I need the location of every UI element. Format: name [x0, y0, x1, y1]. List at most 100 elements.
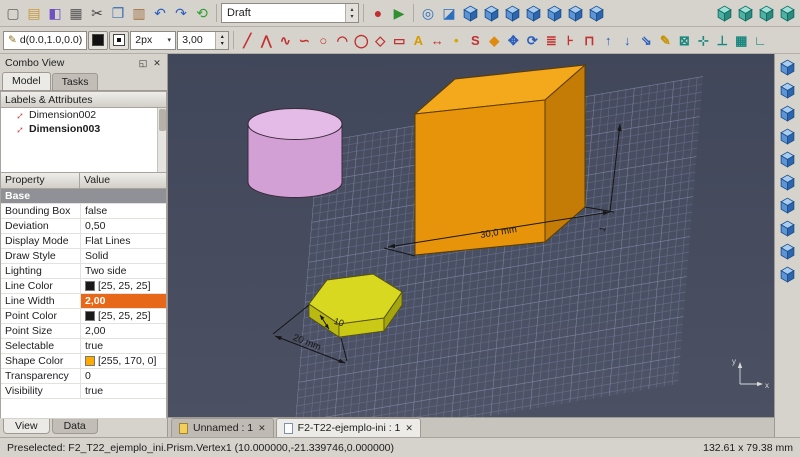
- property-row-display-mode[interactable]: Display Mode Flat Lines: [1, 234, 166, 249]
- view-home-button[interactable]: [714, 3, 734, 24]
- font-size-spinbox[interactable]: 3,00 ▴ ▾: [177, 31, 229, 50]
- property-row-selectable[interactable]: Selectable true: [1, 339, 166, 354]
- cut-icon[interactable]: ✂: [87, 3, 107, 24]
- view-left-button[interactable]: [586, 3, 606, 24]
- undo-icon[interactable]: ↶: [150, 3, 170, 24]
- close-icon[interactable]: ✕: [405, 423, 413, 434]
- property-row-shape-color[interactable]: Shape Color [255, 170, 0]: [1, 354, 166, 369]
- property-row-point-color[interactable]: Point Color [25, 25, 25]: [1, 309, 166, 324]
- rt-view-dimetric-button[interactable]: [778, 264, 798, 285]
- tab-model[interactable]: Model: [2, 72, 51, 90]
- paste-icon[interactable]: ▥: [129, 3, 149, 24]
- snap-lock-icon[interactable]: ⊠: [675, 30, 693, 51]
- scrollbar-thumb[interactable]: [159, 109, 166, 131]
- move-icon[interactable]: ✥: [504, 30, 522, 51]
- trimex-icon[interactable]: ⊦: [561, 30, 579, 51]
- snap-perpendicular-icon[interactable]: ⊥: [713, 30, 731, 51]
- view-top-button[interactable]: [502, 3, 522, 24]
- rt-view-fit-button[interactable]: [778, 57, 798, 78]
- rt-view-top-button[interactable]: [778, 126, 798, 147]
- tree-item-dimension002[interactable]: ↔ Dimension002: [1, 108, 166, 122]
- ellipse-icon[interactable]: ◯: [352, 30, 370, 51]
- doc-tab-unnamed[interactable]: Unnamed : 1 ✕: [171, 418, 274, 437]
- snap-midpoint-icon[interactable]: ⊹: [694, 30, 712, 51]
- working-plane-field[interactable]: ✎ d(0.0,1.0,0.0): [3, 31, 87, 50]
- copy-icon[interactable]: ❐: [108, 3, 128, 24]
- open-file-icon[interactable]: ▤: [24, 3, 44, 24]
- dimension-icon[interactable]: ↔: [428, 30, 446, 51]
- property-row-transparency[interactable]: Transparency 0: [1, 369, 166, 384]
- rt-view-right-button[interactable]: [778, 149, 798, 170]
- view-dimetric-button[interactable]: [756, 3, 776, 24]
- upgrade-icon[interactable]: ↑: [599, 30, 617, 51]
- polyline-icon[interactable]: ⋀: [257, 30, 275, 51]
- workbench-selector[interactable]: Draft ▴ ▾: [221, 3, 359, 23]
- snap-grid-icon[interactable]: ▦: [732, 30, 750, 51]
- edit-icon[interactable]: ✎: [656, 30, 674, 51]
- property-row-lighting[interactable]: Lighting Two side: [1, 264, 166, 279]
- property-row-bounding-box[interactable]: Bounding Box false: [1, 204, 166, 219]
- property-row-draw-style[interactable]: Draw Style Solid: [1, 249, 166, 264]
- font-size-spinner[interactable]: ▴ ▾: [215, 32, 228, 49]
- tab-view[interactable]: View: [3, 419, 50, 434]
- line-width-editor[interactable]: 2,00: [81, 294, 166, 308]
- tree-item-dimension003[interactable]: ↔ Dimension003: [1, 122, 166, 136]
- downgrade-icon[interactable]: ↓: [618, 30, 636, 51]
- redo-icon[interactable]: ↷: [171, 3, 191, 24]
- view-bottom-button[interactable]: [565, 3, 585, 24]
- rt-view-left-button[interactable]: [778, 218, 798, 239]
- line-color-button[interactable]: [88, 31, 108, 50]
- new-file-icon[interactable]: ▢: [3, 3, 23, 24]
- close-icon[interactable]: ✕: [258, 423, 266, 434]
- print-icon[interactable]: ▦: [66, 3, 86, 24]
- shapestring-icon[interactable]: S: [466, 30, 484, 51]
- view-axonometric-button[interactable]: [460, 3, 480, 24]
- draw-style-icon[interactable]: ◪: [439, 3, 459, 24]
- view-front-button[interactable]: [481, 3, 501, 24]
- property-row-line-color[interactable]: Line Color [25, 25, 25]: [1, 279, 166, 294]
- property-row-visibility[interactable]: Visibility true: [1, 384, 166, 399]
- arc-icon[interactable]: ◠: [333, 30, 351, 51]
- refresh-icon[interactable]: ⟲: [192, 3, 212, 24]
- rt-view-front-button[interactable]: [778, 103, 798, 124]
- view-rear-button[interactable]: [544, 3, 564, 24]
- snap-ortho-icon[interactable]: ∟: [751, 30, 769, 51]
- doc-tab-f2-t22-ejemplo-ini[interactable]: F2-T22-ejemplo-ini : 1 ✕: [276, 418, 421, 437]
- rt-view-bottom-button[interactable]: [778, 195, 798, 216]
- face-color-button[interactable]: [109, 31, 129, 50]
- line-icon[interactable]: ╱: [238, 30, 256, 51]
- view-isometric-button[interactable]: [777, 3, 797, 24]
- property-row-line-width[interactable]: Line Width 2,00: [1, 294, 166, 309]
- bspline-icon[interactable]: ∿: [276, 30, 294, 51]
- circle-icon[interactable]: ○: [314, 30, 332, 51]
- close-panel-icon[interactable]: ✕: [150, 56, 164, 70]
- tree-scrollbar[interactable]: [157, 108, 166, 172]
- tab-tasks[interactable]: Tasks: [52, 73, 99, 90]
- facebinder-icon[interactable]: ◆: [485, 30, 503, 51]
- join-icon[interactable]: ⊓: [580, 30, 598, 51]
- cylinder-solid[interactable]: [248, 109, 342, 198]
- point-icon[interactable]: •: [447, 30, 465, 51]
- rectangle-icon[interactable]: ▭: [390, 30, 408, 51]
- polygon-icon[interactable]: ◇: [371, 30, 389, 51]
- workbench-selector-spinner[interactable]: ▴ ▾: [345, 4, 358, 22]
- view-right-button[interactable]: [523, 3, 543, 24]
- float-panel-icon[interactable]: ◱: [136, 56, 150, 70]
- rotate-icon[interactable]: ⟳: [523, 30, 541, 51]
- save-file-icon[interactable]: ◧: [45, 3, 65, 24]
- view-trimetric-button[interactable]: [735, 3, 755, 24]
- offset-icon[interactable]: ≣: [542, 30, 560, 51]
- property-row-deviation[interactable]: Deviation 0,50: [1, 219, 166, 234]
- property-row-point-size[interactable]: Point Size 2,00: [1, 324, 166, 339]
- line-width-combo[interactable]: 2px ▾: [130, 31, 176, 50]
- fit-all-icon[interactable]: ◎: [418, 3, 438, 24]
- scale-icon[interactable]: ⇘: [637, 30, 655, 51]
- 3d-viewport[interactable]: 30,0 mm 1 10: [168, 54, 774, 417]
- tab-data[interactable]: Data: [52, 419, 98, 434]
- macro-record-icon[interactable]: ●: [368, 3, 388, 24]
- text-icon[interactable]: A: [409, 30, 427, 51]
- rt-view-isometric-button[interactable]: [778, 241, 798, 262]
- rt-view-rear-button[interactable]: [778, 172, 798, 193]
- bezier-icon[interactable]: ∽: [295, 30, 313, 51]
- macro-run-icon[interactable]: ▶: [389, 3, 409, 24]
